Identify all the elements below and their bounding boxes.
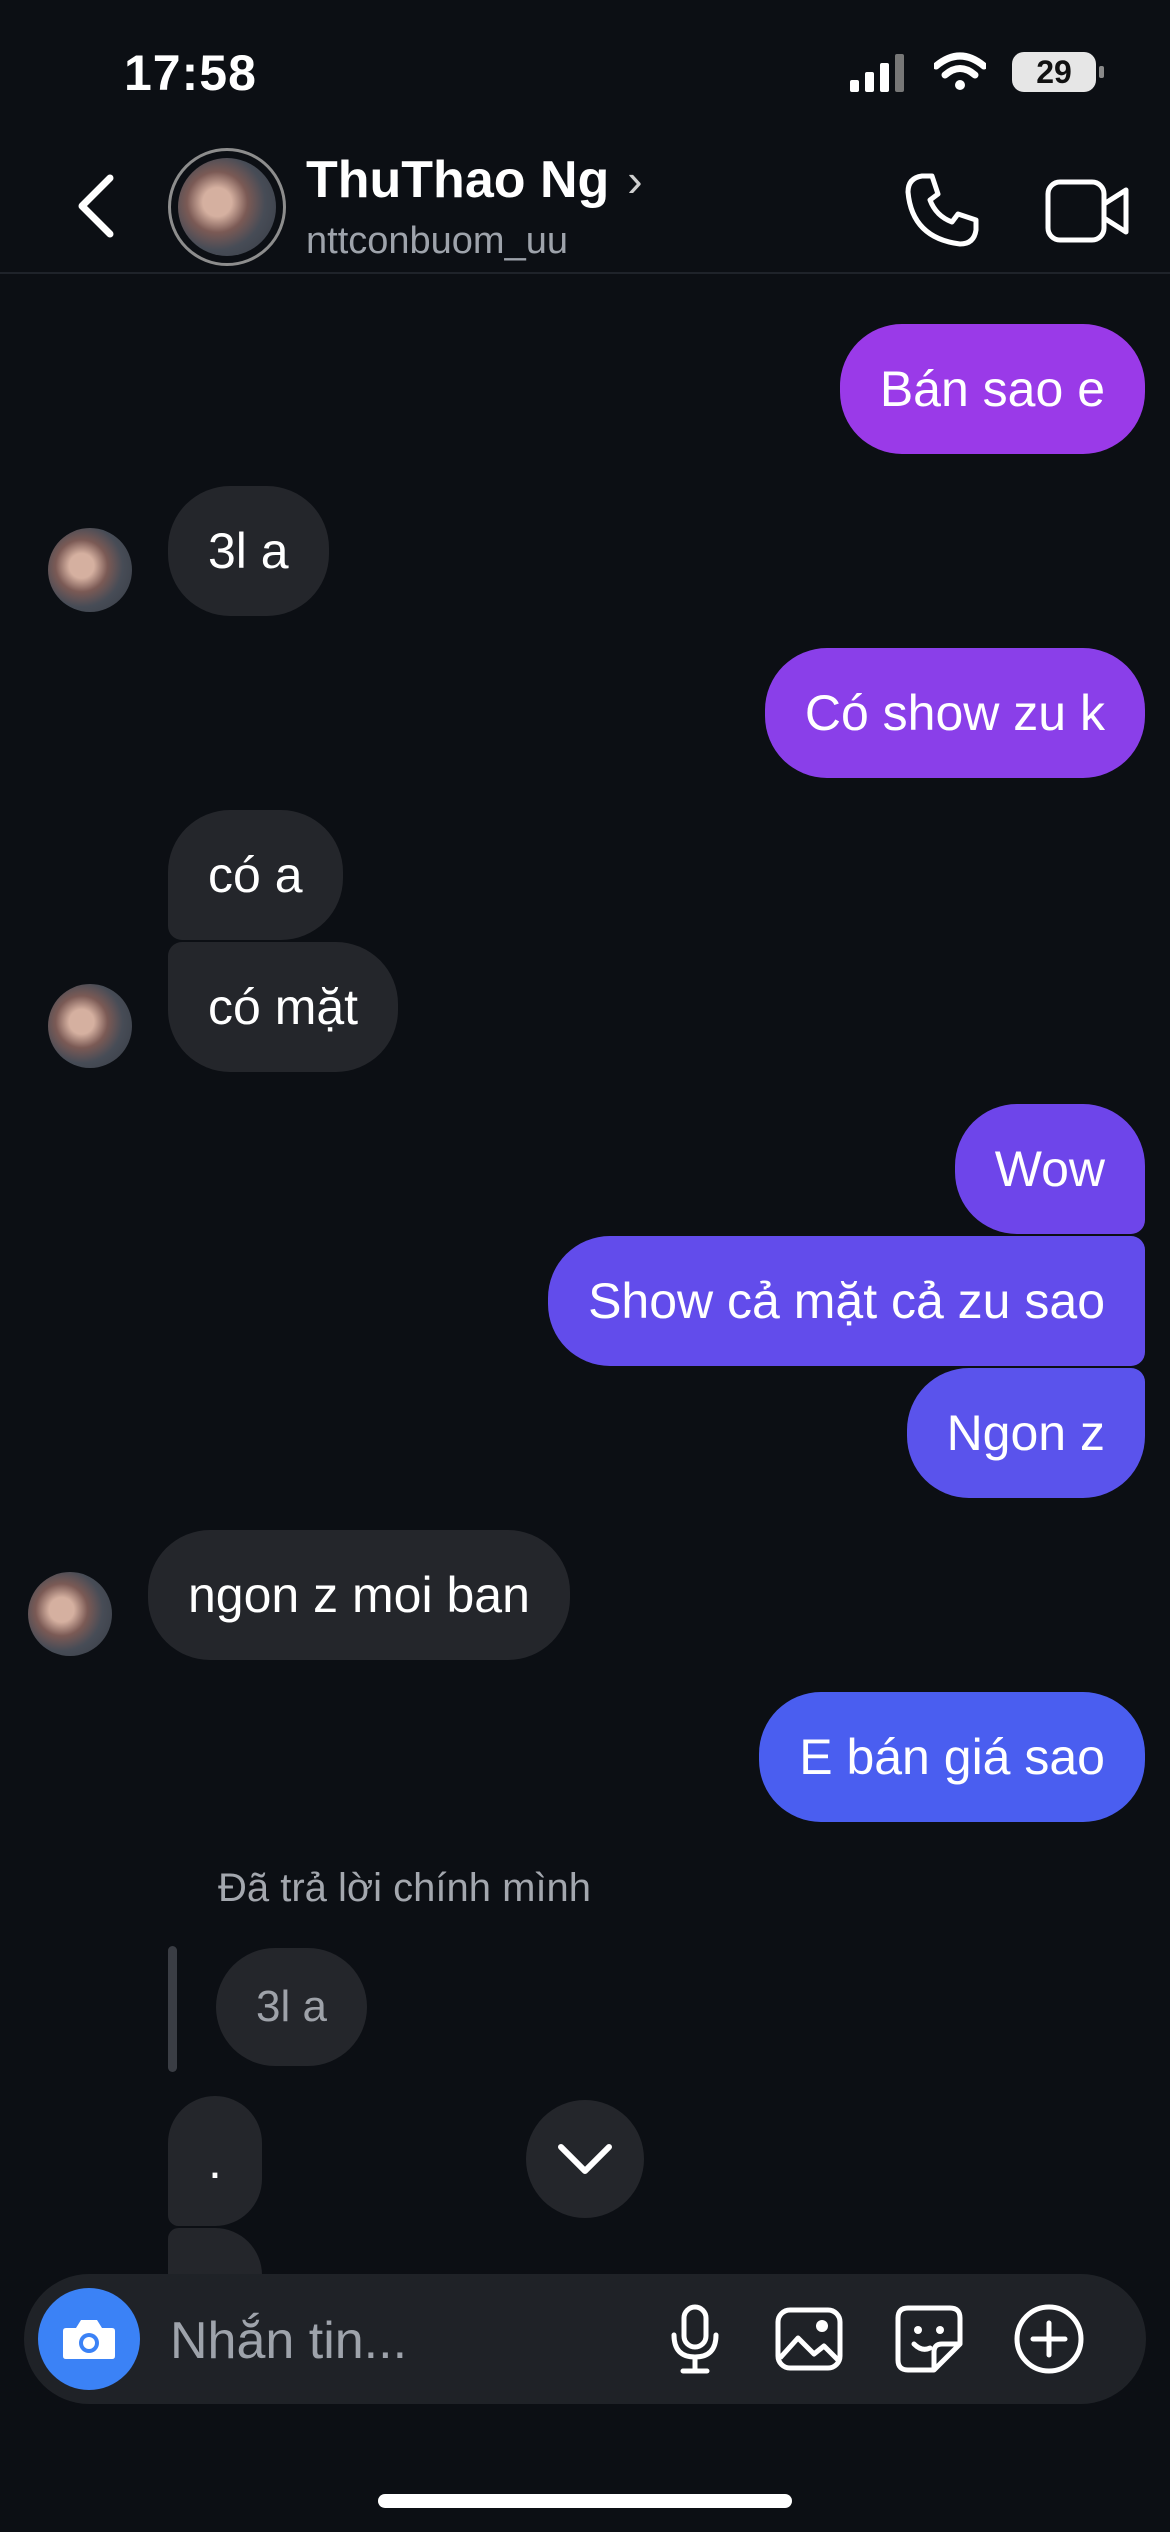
contact-name-text: ThuThao Ng — [306, 151, 610, 209]
message-outgoing[interactable]: Ngon z — [906, 1368, 1145, 1498]
scroll-to-bottom-button[interactable] — [526, 2100, 644, 2218]
battery-icon: 29 — [1012, 52, 1104, 92]
reply-caption: Đã trả lời chính mình — [218, 1866, 592, 1910]
cellular-signal-icon — [850, 54, 904, 92]
back-arrow-icon[interactable] — [70, 172, 124, 240]
message-incoming[interactable]: 3l a — [168, 486, 329, 616]
home-indicator[interactable] — [378, 2494, 792, 2508]
chevron-right-icon: › — [627, 154, 643, 206]
message-incoming[interactable]: . — [168, 2096, 262, 2226]
message-input[interactable] — [168, 2300, 652, 2382]
microphone-icon — [671, 2304, 719, 2374]
contact-name[interactable]: ThuThao Ng › — [306, 150, 643, 210]
video-call-icon[interactable] — [1044, 176, 1130, 246]
sender-avatar[interactable] — [28, 1572, 112, 1656]
header-divider — [0, 272, 1170, 274]
sender-avatar[interactable] — [48, 984, 132, 1068]
status-time: 17:58 — [124, 45, 257, 101]
camera-icon — [63, 2320, 115, 2359]
message-incoming[interactable]: ngon z moi ban — [148, 1530, 570, 1660]
message-outgoing[interactable]: Show cả mặt cả zu sao — [548, 1236, 1145, 1366]
message-outgoing[interactable]: E bán giá sao — [759, 1692, 1145, 1822]
message-outgoing[interactable]: Bán sao e — [839, 324, 1145, 454]
sender-avatar[interactable] — [48, 528, 132, 612]
message-outgoing[interactable]: Wow — [954, 1104, 1145, 1234]
camera-button[interactable] — [38, 2288, 140, 2390]
plus-circle-icon — [1014, 2304, 1084, 2374]
message-incoming[interactable]: có mặt — [168, 942, 399, 1072]
message-incoming[interactable]: có a — [168, 810, 343, 940]
wifi-icon — [934, 52, 986, 90]
more-options-button[interactable] — [1010, 2300, 1088, 2378]
phone-call-icon[interactable] — [900, 168, 984, 252]
contact-username: nttconbuom_uu — [306, 220, 568, 262]
contact-avatar[interactable] — [168, 148, 286, 266]
chevron-down-icon — [558, 2144, 612, 2174]
microphone-button[interactable] — [656, 2300, 734, 2378]
gallery-button[interactable] — [770, 2300, 848, 2378]
message-outgoing[interactable]: Có show zu k — [764, 648, 1145, 778]
image-icon — [775, 2307, 843, 2371]
status-icons: 29 — [848, 52, 1104, 92]
sticker-button[interactable] — [890, 2300, 968, 2378]
reply-quoted-message[interactable]: 3l a — [216, 1948, 367, 2066]
reply-indicator-bar — [168, 1946, 177, 2072]
sticker-icon — [895, 2305, 963, 2373]
